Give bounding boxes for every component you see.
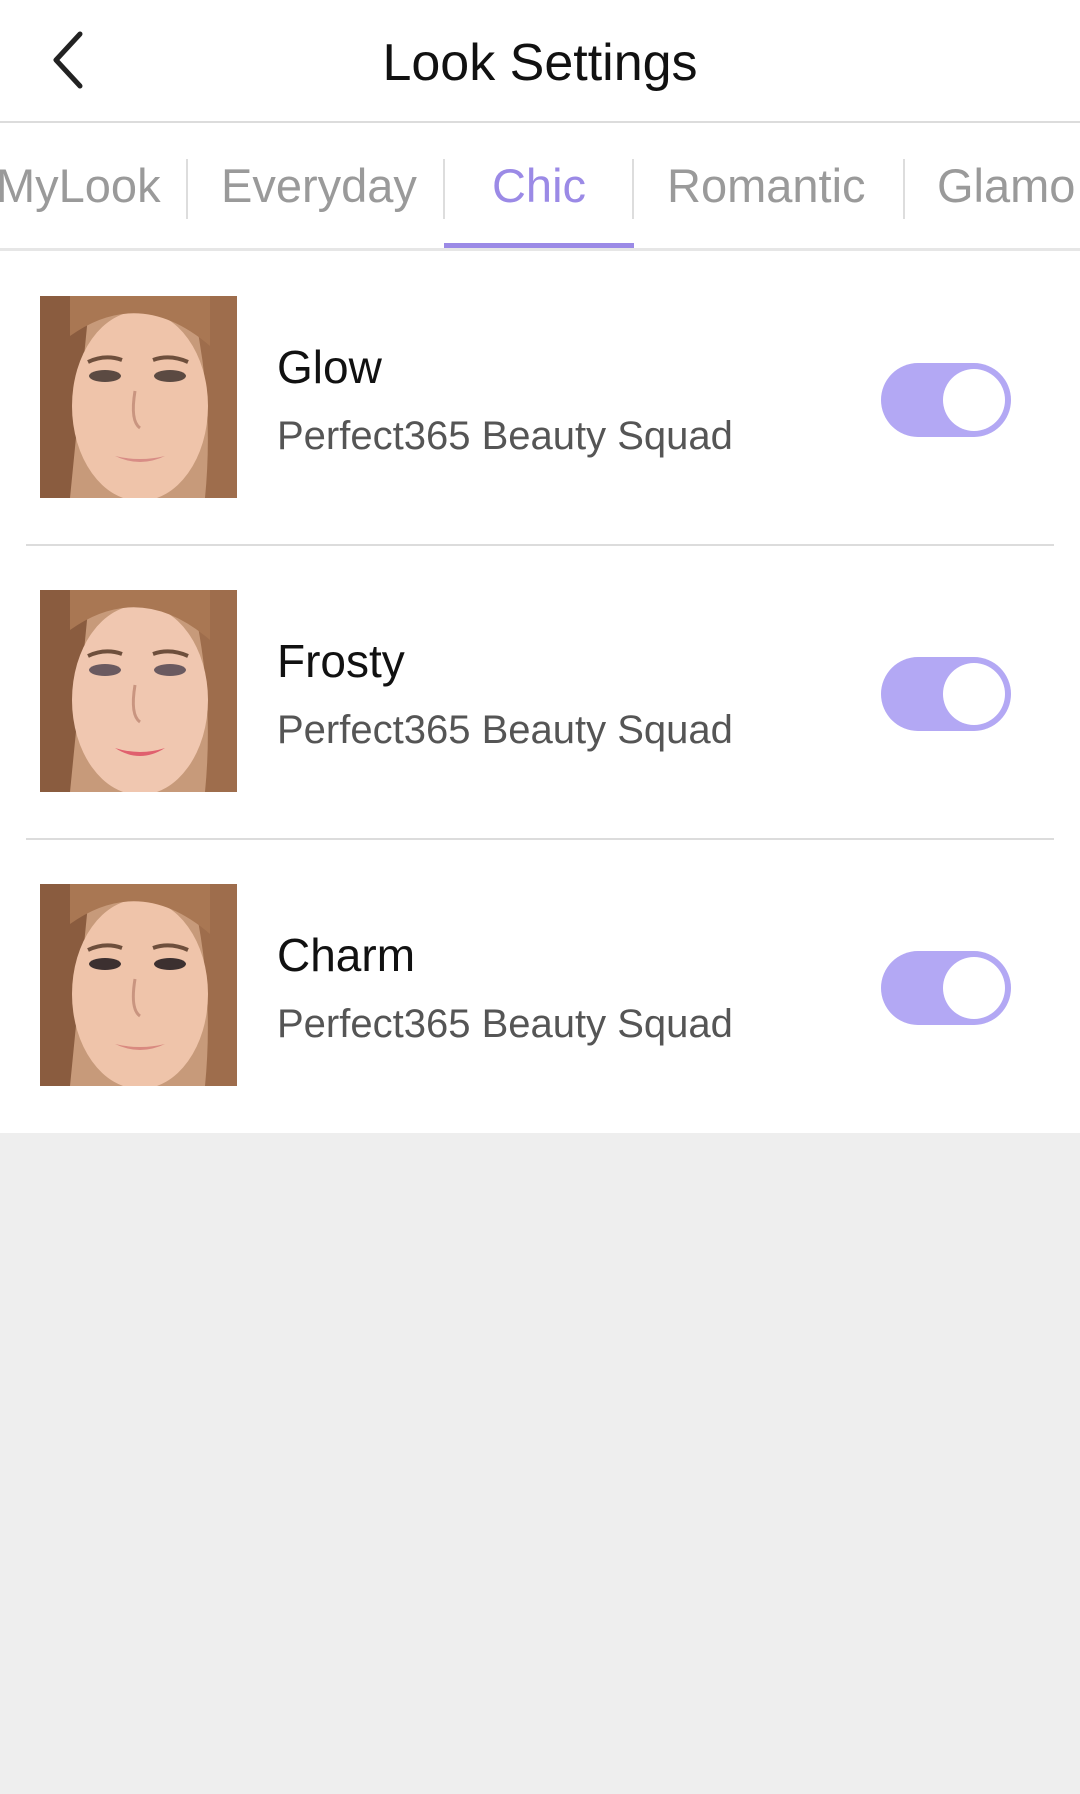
empty-area xyxy=(0,1133,1080,1794)
look-item-frosty[interactable]: Frosty Perfect365 Beauty Squad xyxy=(0,545,1080,839)
toggle-knob xyxy=(943,957,1005,1019)
tab-chic-label: Chic xyxy=(491,159,587,212)
tab-glamour[interactable]: Glamo xyxy=(937,123,1075,248)
tab-romantic[interactable]: Romantic xyxy=(667,123,866,248)
look-author: Perfect365 Beauty Squad xyxy=(277,1002,733,1046)
tab-everyday[interactable]: Everyday xyxy=(221,123,417,248)
tab-divider xyxy=(186,159,188,219)
look-item-charm[interactable]: Charm Perfect365 Beauty Squad xyxy=(0,839,1080,1133)
face-thumbnail-image xyxy=(40,590,237,792)
page-title: Look Settings xyxy=(382,34,698,92)
look-settings-screen: Look Settings MyLook Everyday Chic Roman… xyxy=(0,0,1080,1794)
look-thumbnail xyxy=(40,884,237,1086)
look-thumbnail xyxy=(40,296,237,498)
face-thumbnail-image xyxy=(40,884,237,1086)
look-thumbnail xyxy=(40,590,237,792)
active-tab-indicator xyxy=(444,243,634,248)
tab-divider xyxy=(632,159,634,219)
look-list: Glow Perfect365 Beauty Squad Frosty Perf… xyxy=(0,251,1080,1133)
tab-divider xyxy=(903,159,905,219)
look-item-glow[interactable]: Glow Perfect365 Beauty Squad xyxy=(0,251,1080,545)
tab-mylook[interactable]: MyLook xyxy=(0,123,161,248)
look-toggle[interactable] xyxy=(881,363,1011,437)
toggle-knob xyxy=(943,369,1005,431)
face-thumbnail-image xyxy=(40,296,237,498)
look-toggle[interactable] xyxy=(881,657,1011,731)
toggle-knob xyxy=(943,663,1005,725)
look-name: Frosty xyxy=(277,635,405,687)
look-toggle[interactable] xyxy=(881,951,1011,1025)
look-category-tabs: MyLook Everyday Chic Romantic Glamo xyxy=(0,123,1080,251)
look-name: Glow xyxy=(277,341,382,393)
look-name: Charm xyxy=(277,929,416,981)
look-author: Perfect365 Beauty Squad xyxy=(277,708,733,752)
look-author: Perfect365 Beauty Squad xyxy=(277,414,733,458)
app-header: Look Settings xyxy=(0,0,1080,123)
tab-chic[interactable]: Chic xyxy=(444,123,634,248)
